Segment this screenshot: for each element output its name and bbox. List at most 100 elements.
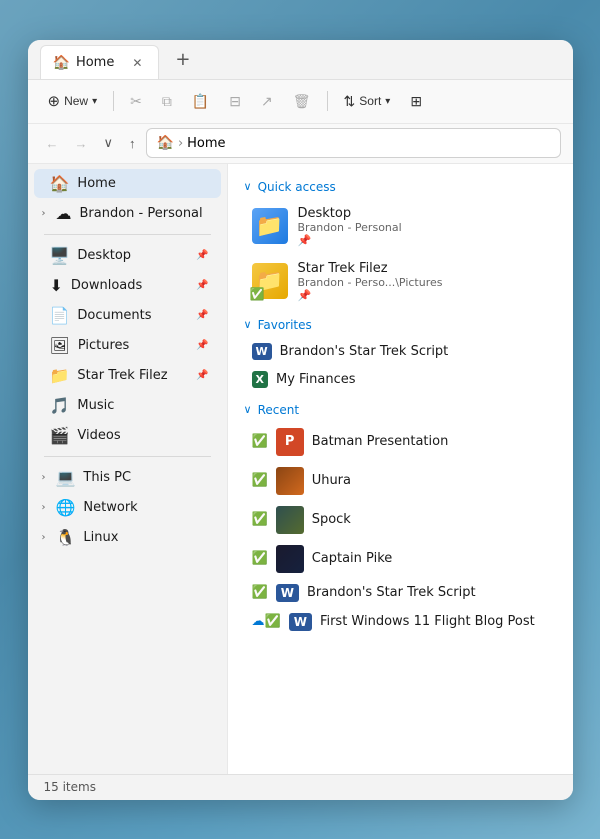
- qa-startrek-path: Brandon - Perso...\Pictures: [298, 276, 443, 289]
- favorites-header[interactable]: ∨ Favorites: [244, 318, 557, 332]
- rename-icon: ⊟: [229, 93, 241, 110]
- sidebar-item-music[interactable]: 🎵 Music: [34, 391, 221, 420]
- recent-locations-button[interactable]: ∨: [98, 131, 120, 155]
- sidebar-item-network[interactable]: › 🌐 Network: [34, 493, 221, 522]
- paste-button[interactable]: 📋: [184, 88, 217, 115]
- music-label: Music: [77, 398, 208, 413]
- linux-icon: 🐧: [56, 528, 76, 547]
- cut-icon: ✂: [130, 93, 142, 110]
- sidebar-item-home[interactable]: 🏠 Home: [34, 169, 221, 198]
- recent-item-batman[interactable]: ✅ P Batman Presentation: [244, 423, 557, 461]
- sidebar-item-videos[interactable]: 🎬 Videos: [34, 421, 221, 450]
- word-icon-recent-script: W: [276, 584, 299, 602]
- new-dropdown-icon: ▾: [92, 96, 97, 107]
- recent-script-label: Brandon's Star Trek Script: [307, 585, 476, 600]
- right-panel: ∨ Quick access 📁 Desktop Brandon - Perso…: [228, 164, 573, 774]
- qa-desktop-name: Desktop: [298, 206, 402, 221]
- desktop-icon: 🖥️: [50, 246, 70, 265]
- sidebar-item-startrek[interactable]: 📁 Star Trek Filez 📌: [34, 361, 221, 390]
- share-button[interactable]: ↗: [253, 88, 281, 115]
- quick-access-header[interactable]: ∨ Quick access: [244, 180, 557, 194]
- quick-access-label: Quick access: [258, 180, 336, 194]
- recent-item-spock[interactable]: ✅ Spock: [244, 501, 557, 539]
- linux-label: Linux: [83, 530, 208, 545]
- recent-item-uhura[interactable]: ✅ Uhura: [244, 462, 557, 500]
- tab-close-button[interactable]: ✕: [128, 54, 146, 72]
- favorites-arrow: ∨: [244, 318, 252, 331]
- items-count: 15 items: [44, 780, 96, 794]
- sidebar-item-downloads[interactable]: ⬇ Downloads 📌: [34, 271, 221, 300]
- sidebar-item-linux[interactable]: › 🐧 Linux: [34, 523, 221, 552]
- recent-check-pike: ✅: [252, 551, 268, 566]
- status-bar: 15 items: [28, 774, 573, 800]
- rename-button[interactable]: ⊟: [221, 88, 249, 115]
- recent-item-script[interactable]: ✅ W Brandon's Star Trek Script: [244, 579, 557, 607]
- pin-icon-downloads: 📌: [196, 280, 208, 291]
- back-button[interactable]: ←: [40, 132, 65, 155]
- up-button[interactable]: ↑: [123, 132, 142, 155]
- tab-title: Home: [76, 55, 114, 70]
- forward-button[interactable]: →: [69, 132, 94, 155]
- recent-label: Recent: [258, 403, 299, 417]
- fav-item-startrek-script[interactable]: W Brandon's Star Trek Script: [244, 338, 557, 365]
- fav-item-finances[interactable]: X My Finances: [244, 366, 557, 393]
- view-button[interactable]: ⊞: [402, 88, 430, 115]
- qa-startrek-pin: 📌: [298, 289, 443, 302]
- expand-arrow-brandon: ›: [42, 208, 46, 219]
- sort-label: Sort: [359, 94, 381, 108]
- recent-header[interactable]: ∨ Recent: [244, 403, 557, 417]
- pin-icon-desktop: 📌: [196, 250, 208, 261]
- qa-desktop-pin: 📌: [298, 234, 402, 247]
- qa-item-desktop[interactable]: 📁 Desktop Brandon - Personal 📌: [244, 200, 557, 253]
- documents-label: Documents: [77, 308, 188, 323]
- sidebar-item-pictures[interactable]: 🖼 Pictures 📌: [34, 331, 221, 360]
- recent-arrow: ∨: [244, 403, 252, 416]
- cut-button[interactable]: ✂: [122, 88, 150, 115]
- recent-cloud-check-blog: ☁✅: [252, 614, 281, 629]
- spock-thumbnail: [276, 506, 304, 534]
- toolbar-separator-1: [113, 91, 114, 111]
- sidebar-item-brandon[interactable]: › ☁ Brandon - Personal: [34, 199, 221, 228]
- quick-access-arrow: ∨: [244, 180, 252, 193]
- videos-label: Videos: [77, 428, 208, 443]
- pictures-label: Pictures: [78, 338, 188, 353]
- delete-button[interactable]: 🗑: [285, 88, 319, 115]
- expand-arrow-network: ›: [42, 502, 46, 513]
- documents-icon: 📄: [50, 306, 70, 325]
- tab-home-icon: 🏠: [53, 55, 70, 71]
- expand-arrow-thispc: ›: [42, 472, 46, 483]
- new-button[interactable]: ⊕ New ▾: [40, 87, 106, 115]
- sort-dropdown-icon: ▾: [385, 96, 390, 107]
- pin-icon-pictures: 📌: [196, 340, 208, 351]
- path-home-icon: 🏠: [157, 135, 174, 151]
- delete-icon: 🗑: [293, 93, 311, 110]
- sidebar-item-desktop[interactable]: 🖥️ Desktop 📌: [34, 241, 221, 270]
- word-icon-recent-blog: W: [289, 613, 312, 631]
- qa-item-startrek[interactable]: 📁 ✅ Star Trek Filez Brandon - Perso...\P…: [244, 255, 557, 308]
- recent-check-uhura: ✅: [252, 473, 268, 488]
- home-label: Home: [77, 176, 208, 191]
- favorites-label: Favorites: [258, 318, 312, 332]
- desktop-label: Desktop: [77, 248, 188, 263]
- new-tab-button[interactable]: +: [167, 47, 198, 72]
- recent-item-blog[interactable]: ☁✅ W First Windows 11 Flight Blog Post: [244, 608, 557, 636]
- uhura-thumbnail: [276, 467, 304, 495]
- startrek-label: Star Trek Filez: [77, 368, 188, 383]
- window-tab[interactable]: 🏠 Home ✕: [40, 45, 160, 79]
- sidebar-item-thispc[interactable]: › 💻 This PC: [34, 463, 221, 492]
- pc-icon: 💻: [56, 468, 76, 487]
- recent-item-pike[interactable]: ✅ Captain Pike: [244, 540, 557, 578]
- title-bar: 🏠 Home ✕ +: [28, 40, 573, 80]
- brandon-label: Brandon - Personal: [80, 206, 209, 221]
- recent-blog-label: First Windows 11 Flight Blog Post: [320, 614, 535, 629]
- sidebar-item-documents[interactable]: 📄 Documents 📌: [34, 301, 221, 330]
- pictures-icon: 🖼: [50, 336, 70, 355]
- downloads-icon: ⬇: [50, 276, 63, 295]
- copy-button[interactable]: ⧉: [154, 88, 180, 115]
- videos-icon: 🎬: [50, 426, 70, 445]
- address-path[interactable]: 🏠 › Home: [146, 128, 561, 158]
- sort-button[interactable]: ⇅ Sort ▾: [336, 88, 399, 115]
- sidebar-separator-1: [44, 234, 211, 235]
- view-icon: ⊞: [410, 93, 422, 110]
- file-explorer-window: 🏠 Home ✕ + ⊕ New ▾ ✂ ⧉ 📋 ⊟ ↗ 🗑: [28, 40, 573, 800]
